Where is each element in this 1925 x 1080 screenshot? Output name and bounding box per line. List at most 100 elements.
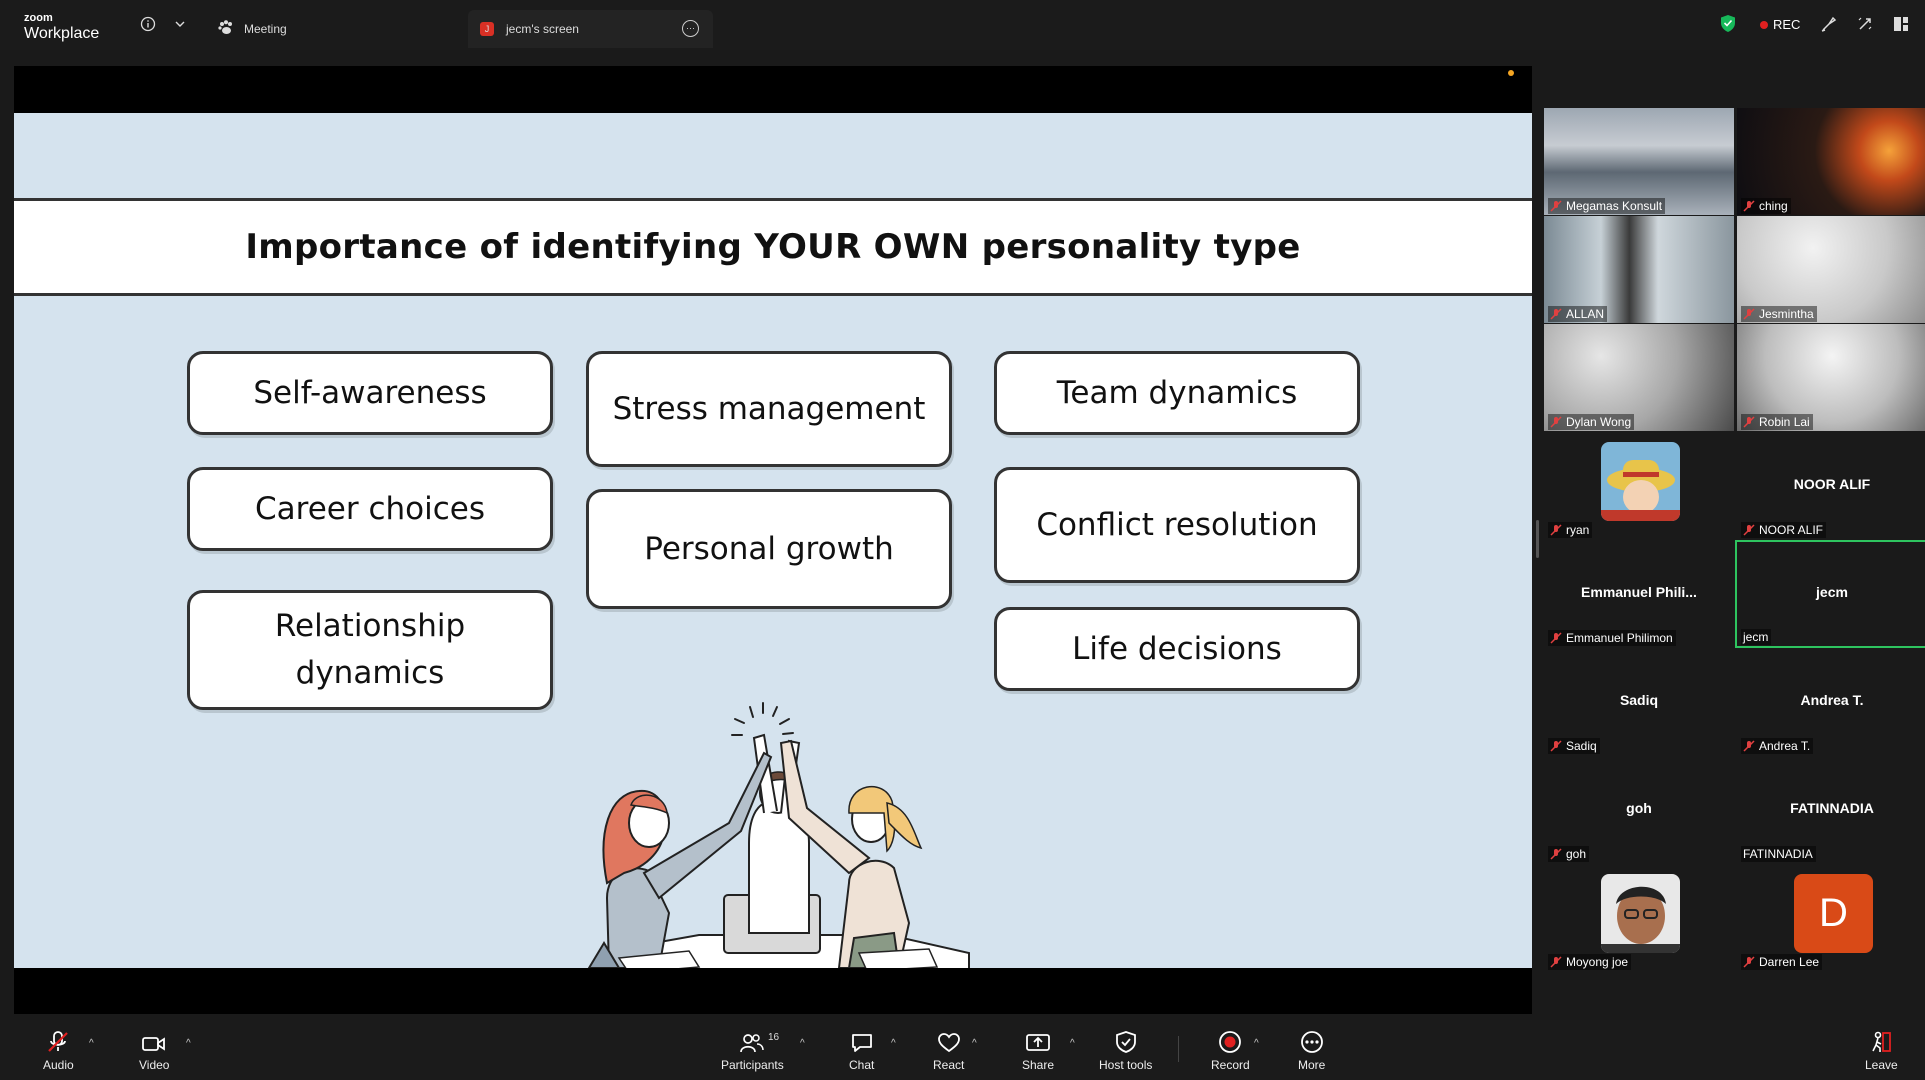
- share-label: Share: [1022, 1058, 1055, 1072]
- participant-name-label: FATINNADIA: [1741, 846, 1816, 862]
- participant-tile-ryan[interactable]: ryan: [1544, 432, 1734, 539]
- chevron-down-icon[interactable]: [171, 15, 189, 33]
- box-life-decisions: Life decisions: [994, 607, 1360, 691]
- mic-muted-icon: [1550, 956, 1562, 968]
- participant-tile-fatinnadia[interactable]: FATINNADIA FATINNADIA: [1737, 756, 1925, 863]
- host-tools-button[interactable]: Host tools: [1099, 1028, 1152, 1072]
- react-options-caret[interactable]: ^: [972, 1038, 977, 1049]
- participant-name-label: Darren Lee: [1741, 954, 1823, 970]
- chat-bubble-icon: [850, 1028, 874, 1054]
- slide-title: Importance of identifying YOUR OWN perso…: [245, 227, 1301, 267]
- participant-tile-megamas[interactable]: Megamas Konsult: [1544, 108, 1734, 215]
- participant-tile-noor-alif[interactable]: NOOR ALIF NOOR ALIF: [1737, 432, 1925, 539]
- video-camera-icon: [141, 1028, 167, 1054]
- participant-tile-goh[interactable]: goh goh: [1544, 756, 1734, 863]
- remote-control-icon[interactable]: [1856, 15, 1874, 33]
- tab-meeting[interactable]: Meeting: [218, 10, 287, 48]
- participant-tile-jesmintha[interactable]: Jesmintha: [1737, 216, 1925, 323]
- participant-name-label: ching: [1741, 198, 1791, 214]
- participant-name-label: Dylan Wong: [1548, 414, 1635, 430]
- audio-options-caret[interactable]: ^: [89, 1038, 94, 1049]
- user-badge: J: [480, 22, 494, 36]
- participants-label: Participants: [721, 1058, 784, 1072]
- zoom-logo: zoom Workplace: [24, 13, 99, 42]
- participant-name-label: ALLAN: [1548, 306, 1608, 322]
- box-personal-growth: Personal growth: [586, 489, 952, 609]
- record-dot-icon: [1760, 20, 1768, 29]
- participant-name-label: Andrea T.: [1741, 738, 1814, 754]
- video-button[interactable]: Video: [139, 1028, 169, 1072]
- mic-muted-icon: [1550, 200, 1562, 212]
- toolbar-divider: [1178, 1036, 1179, 1062]
- slide-title-band: Importance of identifying YOUR OWN perso…: [14, 198, 1532, 296]
- info-icon[interactable]: [139, 15, 157, 33]
- participant-tile-robin[interactable]: Robin Lai: [1737, 324, 1925, 431]
- mic-muted-icon: [1743, 956, 1755, 968]
- avatar: [1601, 442, 1680, 521]
- mic-muted-icon: [1550, 848, 1562, 860]
- record-options-caret[interactable]: ^: [1254, 1038, 1259, 1049]
- participant-name-label: Emmanuel Philimon: [1548, 630, 1676, 646]
- leave-icon: [1869, 1028, 1893, 1054]
- participant-tile-jecm[interactable]: jecm jecm: [1735, 540, 1925, 648]
- react-button[interactable]: React: [933, 1028, 964, 1072]
- participant-tile-ching[interactable]: ching: [1737, 108, 1925, 215]
- record-button[interactable]: Record: [1211, 1028, 1250, 1072]
- gallery-scrollbar[interactable]: [1536, 520, 1539, 558]
- mic-muted-icon: [1743, 416, 1755, 428]
- host-tools-label: Host tools: [1099, 1058, 1153, 1072]
- participant-display-name: FATINNADIA: [1790, 800, 1874, 816]
- participant-display-name: Emmanuel Phili...: [1581, 584, 1697, 600]
- shield-icon[interactable]: [1720, 14, 1736, 33]
- participant-tile-emmanuel[interactable]: Emmanuel Phili... Emmanuel Philimon: [1544, 540, 1734, 647]
- box-team-dynamics: Team dynamics: [994, 351, 1360, 435]
- react-label: React: [933, 1058, 965, 1072]
- record-label: Record: [1211, 1058, 1250, 1072]
- presentation-slide: Importance of identifying YOUR OWN perso…: [14, 113, 1532, 968]
- meeting-toolbar: Audio ^ Video ^ Participants 16 ^ Chat ^…: [0, 1020, 1925, 1080]
- chat-options-caret[interactable]: ^: [891, 1038, 896, 1049]
- tab-screen-label: jecm's screen: [506, 22, 579, 36]
- participant-name-label: goh: [1548, 846, 1590, 862]
- leave-label: Leave: [1865, 1058, 1898, 1072]
- share-screen-icon: [1025, 1028, 1051, 1054]
- more-button[interactable]: More: [1298, 1028, 1325, 1072]
- participant-name-label: Jesmintha: [1741, 306, 1817, 322]
- participant-tile-moyong[interactable]: Moyong joe: [1544, 864, 1734, 971]
- participant-name-label: jecm: [1741, 629, 1772, 645]
- participant-tile-andrea[interactable]: Andrea T. Andrea T.: [1737, 648, 1925, 755]
- participant-tile-dylan[interactable]: Dylan Wong: [1544, 324, 1734, 431]
- mic-muted-icon: [1550, 632, 1562, 644]
- participants-options-caret[interactable]: ^: [800, 1038, 805, 1049]
- video-options-caret[interactable]: ^: [186, 1038, 191, 1049]
- mic-muted-icon: [1743, 308, 1755, 320]
- recording-indicator[interactable]: REC: [1760, 17, 1800, 32]
- avatar: D: [1794, 874, 1873, 953]
- more-options-icon[interactable]: ···: [682, 20, 699, 37]
- participant-tile-allan[interactable]: ALLAN: [1544, 216, 1734, 323]
- paw-icon: [218, 19, 234, 39]
- participant-display-name: goh: [1626, 800, 1652, 816]
- brand-name: Workplace: [24, 25, 100, 42]
- annotate-icon[interactable]: [1820, 15, 1838, 33]
- leave-button[interactable]: Leave: [1865, 1028, 1898, 1072]
- mic-muted-icon: [46, 1028, 70, 1054]
- mic-muted-icon: [1550, 416, 1562, 428]
- audio-button[interactable]: Audio: [43, 1028, 74, 1072]
- view-layout-icon[interactable]: [1892, 15, 1910, 33]
- participant-display-name: jecm: [1816, 584, 1848, 600]
- mic-muted-icon: [1743, 200, 1755, 212]
- participant-name-label: Robin Lai: [1741, 414, 1813, 430]
- participant-tile-darren[interactable]: D Darren Lee: [1737, 864, 1925, 971]
- box-conflict-resolution: Conflict resolution: [994, 467, 1360, 583]
- rec-label: REC: [1773, 17, 1801, 32]
- participant-name-label: Megamas Konsult: [1548, 198, 1666, 214]
- share-options-caret[interactable]: ^: [1070, 1038, 1075, 1049]
- audio-label: Audio: [43, 1058, 74, 1072]
- tab-shared-screen[interactable]: J jecm's screen ···: [468, 10, 713, 48]
- participant-tile-sadiq[interactable]: Sadiq Sadiq: [1544, 648, 1734, 755]
- mic-muted-icon: [1743, 524, 1755, 536]
- chat-button[interactable]: Chat: [849, 1028, 874, 1072]
- participant-name-label: Sadiq: [1548, 738, 1600, 754]
- share-button[interactable]: Share: [1022, 1028, 1054, 1072]
